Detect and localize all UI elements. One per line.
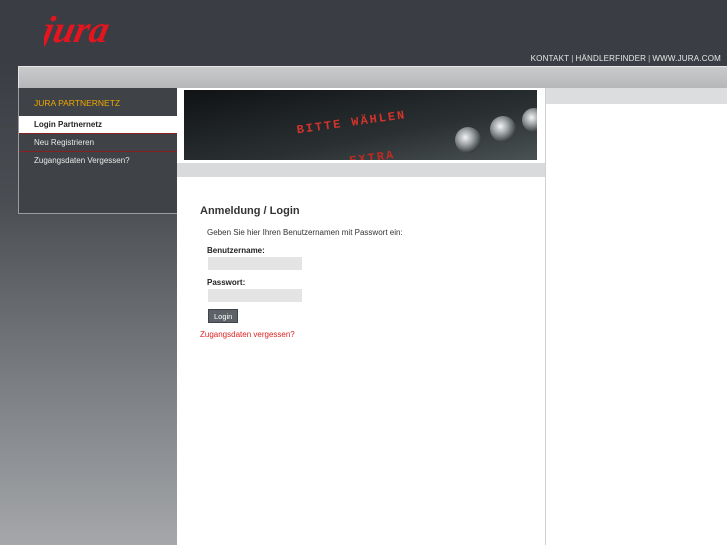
username-field[interactable] (208, 257, 302, 270)
website-link[interactable]: WWW.JURA.COM (652, 54, 721, 63)
jura-logo[interactable]: jura (44, 8, 136, 52)
jura-logo-text: jura (44, 9, 113, 51)
machine-button-icon (455, 127, 481, 153)
content-divider (177, 163, 545, 177)
banner-image: BITTE WÄHLEN EXTRA (184, 90, 537, 160)
sidebar-item-register[interactable]: Neu Registrieren (19, 134, 178, 152)
machine-button-icon (490, 116, 516, 142)
top-bar (18, 66, 727, 89)
username-label: Benutzername: (207, 246, 265, 255)
top-links: KONTAKT | HÄNDLERFINDER | WWW.JURA.COM (531, 54, 721, 63)
right-column-strip (546, 88, 727, 104)
login-intro: Geben Sie hier Ihren Benutzernamen mit P… (207, 228, 403, 237)
password-label: Passwort: (207, 278, 246, 287)
kontakt-link[interactable]: KONTAKT (531, 54, 570, 63)
haendlerfinder-link[interactable]: HÄNDLERFINDER (575, 54, 646, 63)
sidebar-item-forgot[interactable]: Zugangsdaten Vergessen? (19, 152, 178, 169)
password-field[interactable] (208, 289, 302, 302)
page-title: Anmeldung / Login (200, 205, 300, 217)
sidebar-heading: JURA PARTNERNETZ (34, 98, 121, 108)
main-content: BITTE WÄHLEN EXTRA Anmeldung / Login Geb… (177, 88, 545, 545)
login-button[interactable]: Login (208, 309, 239, 323)
forgot-credentials-link[interactable]: Zugangsdaten vergessen? (200, 330, 295, 339)
right-column (545, 88, 727, 545)
sidebar-nav: JURA PARTNERNETZ Login Partnernetz Neu R… (18, 88, 178, 214)
sidebar-item-login[interactable]: Login Partnernetz (19, 116, 178, 134)
